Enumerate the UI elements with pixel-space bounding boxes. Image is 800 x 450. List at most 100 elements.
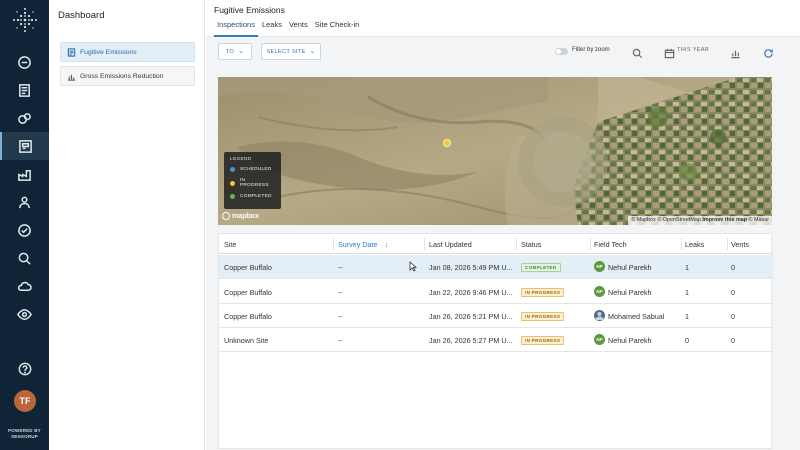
sidebar-item-gross-emissions-reduction[interactable]: Gross Emissions Reduction — [60, 66, 195, 86]
tab-site-check-in[interactable]: Site Check-in — [312, 20, 363, 37]
powered-by-label: POWERED BY SENSORUP — [0, 428, 49, 440]
page-header: Fugitive Emissions Inspections Leaks Ven… — [206, 0, 800, 37]
column-divider[interactable] — [727, 238, 728, 250]
search-icon[interactable] — [632, 46, 643, 59]
sort-descending-icon: ↓ — [384, 240, 389, 249]
satellite-map[interactable]: LEGEND SCHEDULED IN PROGRESS COMPLETED m… — [218, 77, 772, 225]
cell-vents: 0 — [731, 263, 735, 272]
status-badge: IN PROGRESS — [521, 312, 565, 321]
page-title: Fugitive Emissions — [214, 5, 285, 15]
map-attribution: © Mapbox © OpenStreetMap Improve this ma… — [628, 216, 772, 225]
cell-vents: 0 — [731, 288, 735, 297]
tech-avatar-photo — [594, 310, 605, 321]
attribution-mapbox[interactable]: © Mapbox — [631, 217, 656, 223]
tech-avatar: NP — [594, 261, 605, 272]
tab-vents[interactable]: Vents — [286, 20, 311, 37]
column-divider[interactable] — [681, 238, 682, 250]
cell-site: Copper Buffalo — [224, 288, 272, 297]
select-site-label: SELECT SITE — [266, 48, 306, 55]
scheduled-dot-icon — [230, 167, 235, 172]
tab-inspections[interactable]: Inspections — [214, 20, 258, 37]
cell-site: Unknown Site — [224, 336, 269, 345]
user-avatar[interactable]: TF — [14, 390, 36, 412]
main-content: Fugitive Emissions Inspections Leaks Ven… — [206, 0, 800, 450]
column-divider[interactable] — [424, 238, 425, 250]
cell-leaks: 0 — [685, 336, 689, 345]
column-header-last-updated[interactable]: Last Updated — [429, 240, 472, 249]
cell-last-updated: Jan 08, 2026 5:49 PM U... — [429, 263, 513, 272]
sidebar-title: Dashboard — [58, 10, 105, 21]
column-header-site[interactable]: Site — [224, 240, 236, 249]
column-header-leaks[interactable]: Leaks — [685, 240, 704, 249]
bar-chart-icon — [67, 72, 76, 81]
factory-nav-icon[interactable] — [0, 160, 49, 188]
cell-field-tech: Nehul Parekh — [608, 263, 652, 272]
select-site-dropdown[interactable]: SELECT SITE ⌄ — [261, 43, 321, 60]
inspection-marker-in-progress[interactable] — [443, 139, 451, 147]
in-progress-dot-icon — [230, 180, 235, 186]
column-divider[interactable] — [333, 238, 334, 250]
column-divider[interactable] — [590, 238, 591, 250]
cdm-nav-icon[interactable] — [0, 48, 49, 76]
column-divider[interactable] — [516, 238, 517, 250]
gas-detector-nav-icon[interactable] — [0, 104, 49, 132]
filter-by-zoom-toggle[interactable] — [555, 48, 568, 55]
map-legend: LEGEND SCHEDULED IN PROGRESS COMPLETED — [224, 152, 281, 209]
checkmark-nav-icon[interactable] — [0, 216, 49, 244]
table-header: Site Survey Date ↓ Last Updated Status F… — [219, 234, 773, 254]
attribution-maxar[interactable]: © Maxar — [749, 217, 769, 223]
table-row[interactable]: Unknown Site -- Jan 26, 2026 5:27 PM U..… — [219, 328, 773, 352]
dashboard-nav-icon[interactable] — [0, 132, 49, 160]
status-badge: IN PROGRESS — [521, 288, 565, 297]
refresh-icon[interactable] — [763, 46, 774, 58]
column-header-survey-date[interactable]: Survey Date ↓ — [338, 240, 388, 249]
table-row[interactable]: Copper Buffalo -- Jan 08, 2026 5:49 PM U… — [219, 255, 773, 279]
eye-nav-icon[interactable] — [0, 300, 49, 328]
mapbox-logo-icon — [222, 212, 230, 220]
search-nav-icon[interactable] — [0, 244, 49, 272]
calendar-icon[interactable] — [664, 46, 675, 59]
help-icon[interactable] — [0, 362, 49, 376]
brand-text: SENSORUP — [11, 434, 38, 439]
mouse-cursor-icon — [409, 259, 418, 277]
attribution-osm[interactable]: © OpenStreetMap — [657, 217, 701, 223]
cell-survey-date: -- — [338, 336, 343, 345]
cell-leaks: 1 — [685, 312, 689, 321]
chevron-down-icon: ⌄ — [309, 48, 316, 55]
legend-label: SCHEDULED — [240, 167, 272, 172]
column-header-status[interactable]: Status — [521, 240, 541, 249]
sidebar-item-fugitive-emissions[interactable]: Fugitive Emissions — [60, 42, 195, 62]
mapbox-logo[interactable]: mapbox — [222, 212, 259, 220]
sidebar-item-label: Gross Emissions Reduction — [80, 72, 164, 80]
icon-rail: TF POWERED BY SENSORUP — [0, 0, 49, 450]
cell-last-updated: Jan 22, 2026 9:46 PM U... — [429, 288, 513, 297]
report-icon — [67, 47, 76, 57]
cloud-nav-icon[interactable] — [0, 272, 49, 300]
to-label: TO — [225, 48, 235, 55]
cell-field-tech: Nehul Parekh — [608, 336, 652, 345]
cell-last-updated: Jan 26, 2026 5:27 PM U... — [429, 336, 513, 345]
chart-settings-icon[interactable] — [730, 46, 741, 59]
to-dropdown[interactable]: TO ⌄ — [218, 43, 252, 60]
column-header-vents[interactable]: Vents — [731, 240, 749, 249]
cell-leaks: 1 — [685, 263, 689, 272]
attribution-improve[interactable]: Improve this map — [702, 217, 747, 223]
cell-last-updated: Jan 26, 2026 5:21 PM U... — [429, 312, 513, 321]
sensorup-logo-icon[interactable] — [11, 6, 39, 34]
map-terrain — [218, 77, 772, 225]
documents-nav-icon[interactable] — [0, 76, 49, 104]
table-row[interactable]: Copper Buffalo -- Jan 22, 2026 9:46 PM U… — [219, 280, 773, 304]
legend-item-in-progress: IN PROGRESS — [230, 178, 275, 188]
legend-title: LEGEND — [230, 157, 252, 162]
survey-date-label: Survey Date — [338, 240, 378, 249]
column-header-field-tech[interactable]: Field Tech — [594, 240, 627, 249]
mapbox-logo-text: mapbox — [232, 212, 259, 220]
field-worker-nav-icon[interactable] — [0, 188, 49, 216]
date-range-label[interactable]: THIS YEAR — [677, 47, 709, 53]
table-row[interactable]: Copper Buffalo -- Jan 26, 2026 5:21 PM U… — [219, 304, 773, 328]
tab-leaks[interactable]: Leaks — [259, 20, 285, 37]
tab-bar: Inspections Leaks Vents Site Check-in — [214, 20, 363, 37]
cell-site: Copper Buffalo — [224, 263, 272, 272]
sidebar: Dashboard Fugitive Emissions Gross Emiss… — [49, 0, 205, 450]
person-icon — [595, 312, 604, 320]
